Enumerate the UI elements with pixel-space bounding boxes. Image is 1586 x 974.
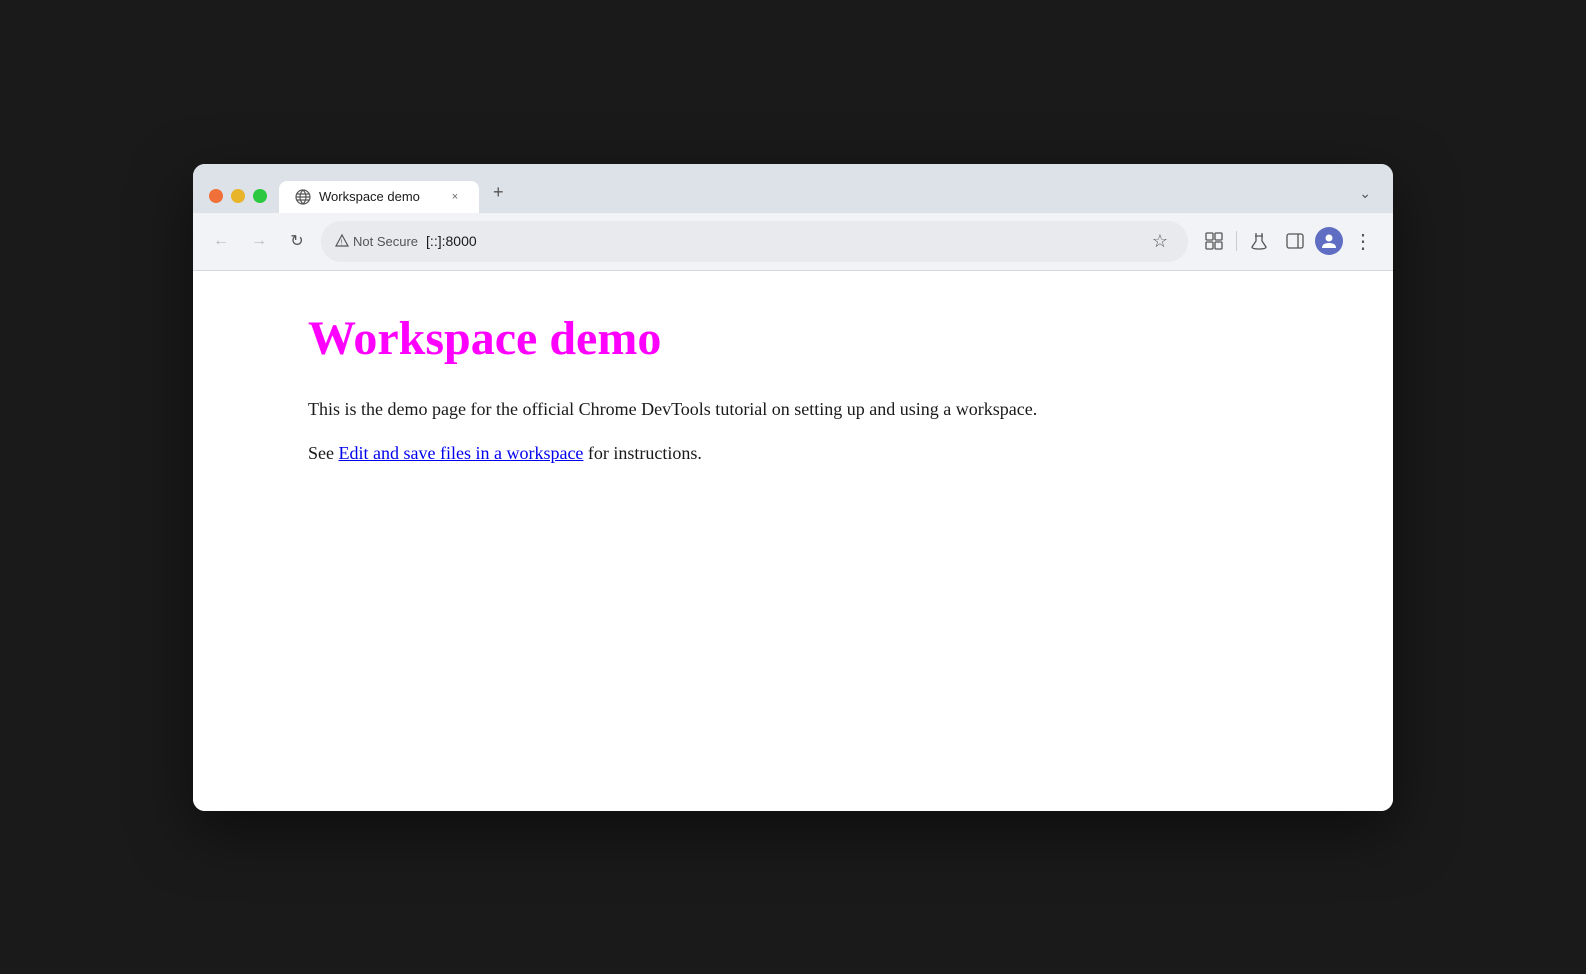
- lab-icon: [1249, 231, 1269, 251]
- extensions-icon: [1204, 231, 1224, 251]
- reload-button[interactable]: ↻: [283, 227, 311, 255]
- toolbar-icons: ⋮: [1198, 225, 1379, 258]
- tab-list-chevron[interactable]: ⌄: [1349, 177, 1381, 210]
- tab-row: Workspace demo × + ⌄: [193, 164, 1393, 213]
- lab-button[interactable]: [1243, 227, 1275, 255]
- back-button[interactable]: ←: [207, 227, 235, 255]
- avatar[interactable]: [1315, 227, 1343, 255]
- title-bar: Workspace demo × + ⌄ ← → ↻ ! Not Secure: [193, 164, 1393, 271]
- toolbar: ← → ↻ ! Not Secure [::]:8000 ☆: [193, 213, 1393, 271]
- page-description: This is the demo page for the official C…: [308, 396, 1363, 423]
- toolbar-divider: [1236, 231, 1237, 251]
- page-content: Workspace demo This is the demo page for…: [193, 271, 1393, 811]
- page-link-line: See Edit and save files in a workspace f…: [308, 443, 1363, 464]
- extensions-button[interactable]: [1198, 227, 1230, 255]
- sidebar-button[interactable]: [1279, 227, 1311, 255]
- security-indicator: ! Not Secure: [335, 234, 418, 249]
- new-tab-button[interactable]: +: [483, 174, 514, 211]
- maximize-traffic-light[interactable]: [253, 189, 267, 203]
- globe-icon: [295, 189, 311, 205]
- not-secure-label: Not Secure: [353, 234, 418, 249]
- url-text: [::]:8000: [426, 233, 477, 249]
- sidebar-icon: [1285, 231, 1305, 251]
- bookmark-button[interactable]: ☆: [1146, 227, 1174, 256]
- tab-title: Workspace demo: [319, 189, 439, 204]
- traffic-lights: [205, 189, 275, 213]
- svg-text:!: !: [341, 240, 343, 247]
- link-prefix: See: [308, 443, 339, 463]
- active-tab[interactable]: Workspace demo ×: [279, 181, 479, 213]
- close-traffic-light[interactable]: [209, 189, 223, 203]
- minimize-traffic-light[interactable]: [231, 189, 245, 203]
- link-suffix: for instructions.: [583, 443, 702, 463]
- user-icon: [1320, 232, 1338, 250]
- browser-window: Workspace demo × + ⌄ ← → ↻ ! Not Secure: [193, 164, 1393, 811]
- more-button[interactable]: ⋮: [1347, 225, 1379, 258]
- page-heading: Workspace demo: [308, 311, 1363, 366]
- tab-close-button[interactable]: ×: [447, 189, 463, 205]
- workspace-link[interactable]: Edit and save files in a workspace: [339, 443, 584, 463]
- warning-icon: !: [335, 234, 349, 248]
- forward-button[interactable]: →: [245, 227, 273, 255]
- address-actions: ☆: [1146, 227, 1174, 256]
- address-bar[interactable]: ! Not Secure [::]:8000 ☆: [321, 221, 1188, 262]
